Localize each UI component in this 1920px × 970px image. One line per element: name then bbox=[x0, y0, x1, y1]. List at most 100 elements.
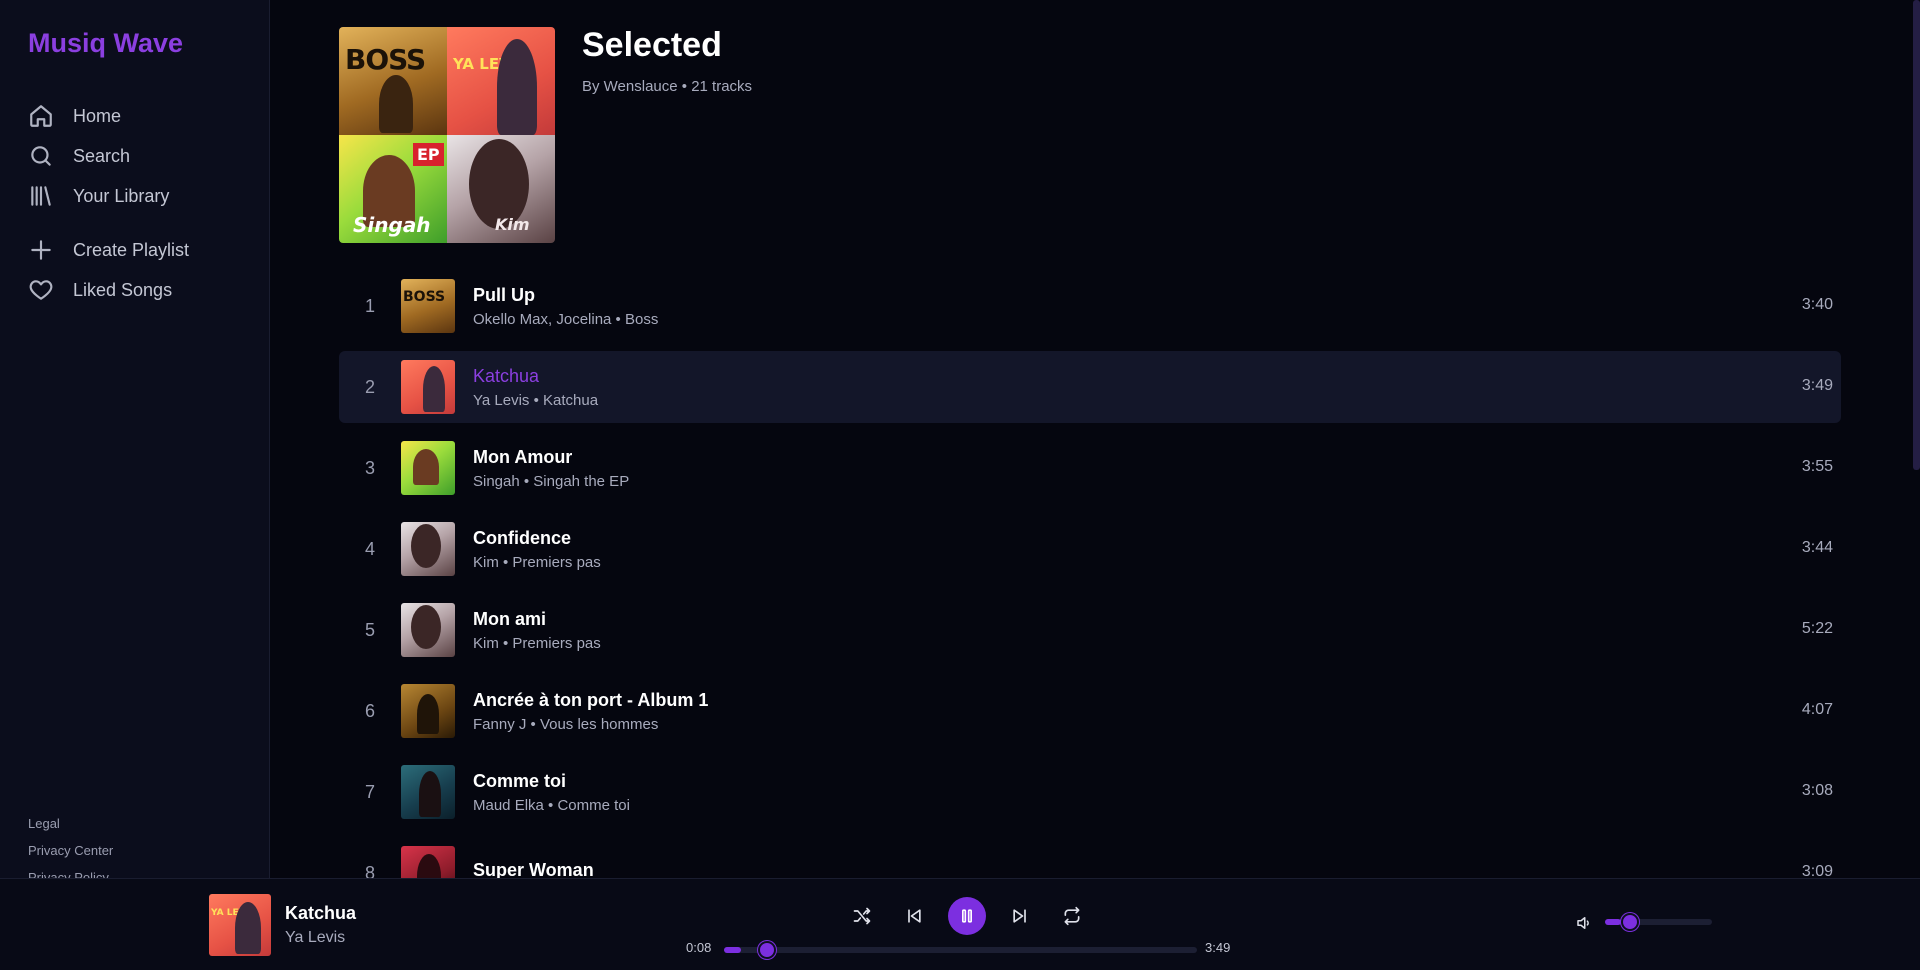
track-number: 7 bbox=[364, 781, 375, 802]
cover-art-levis: YA LEVIS bbox=[447, 27, 555, 135]
sidebar-item-library[interactable]: Your Library bbox=[28, 176, 258, 216]
track-info: Mon ami Kim • Premiers pas bbox=[473, 609, 601, 652]
track-title[interactable]: Comme toi bbox=[473, 771, 630, 792]
privacy-center-link[interactable]: Privacy Center bbox=[28, 843, 113, 870]
track-subtitle: Singah • Singah the EP bbox=[473, 472, 630, 490]
search-icon bbox=[28, 143, 54, 169]
repeat-icon bbox=[1064, 906, 1080, 926]
track-title[interactable]: Mon Amour bbox=[473, 447, 629, 468]
track-subtitle: Fanny J • Vous les hommes bbox=[473, 715, 659, 733]
progress-knob[interactable] bbox=[757, 941, 776, 959]
shuffle-button[interactable] bbox=[844, 898, 880, 934]
track-art bbox=[401, 603, 455, 657]
liked-songs-button[interactable]: Liked Songs bbox=[28, 270, 258, 310]
playlist-meta: By Wenslauce • 21 tracks bbox=[582, 78, 753, 95]
track-row[interactable]: 7 Comme toi Maud Elka • Comme toi 3:08 bbox=[339, 756, 1841, 828]
sidebar-item-label: Your Library bbox=[73, 185, 170, 206]
skip-forward-icon bbox=[1013, 909, 1026, 923]
track-row[interactable]: 6 Ancrée à ton port - Album 1 Fanny J • … bbox=[339, 675, 1841, 747]
main-content: BOSS YA LEVIS EP Singah Kim Selected By … bbox=[271, 0, 1920, 878]
track-title[interactable]: Super Woman bbox=[473, 860, 594, 878]
main-scrollbar[interactable] bbox=[1913, 0, 1920, 470]
track-info: Katchua Ya Levis • Katchua bbox=[473, 366, 598, 409]
track-duration: 4:07 bbox=[1801, 701, 1833, 718]
track-row[interactable]: 4 Confidence Kim • Premiers pas 3:44 bbox=[339, 513, 1841, 585]
elapsed-time: 0:08 bbox=[686, 940, 712, 955]
track-duration: 3:44 bbox=[1801, 539, 1833, 556]
track-info: Pull Up Okello Max, Jocelina • Boss bbox=[473, 285, 658, 328]
heart-icon bbox=[28, 277, 54, 303]
track-duration: 3:40 bbox=[1801, 296, 1833, 313]
track-duration: 3:08 bbox=[1801, 782, 1833, 799]
cover-art-boss: BOSS bbox=[339, 27, 447, 135]
previous-button[interactable] bbox=[896, 898, 932, 934]
sidebar-nav: Home Search Your Library Create Playlist bbox=[28, 96, 258, 310]
track-info: Comme toi Maud Elka • Comme toi bbox=[473, 771, 630, 814]
track-row[interactable]: 3 Mon Amour Singah • Singah the EP 3:55 bbox=[339, 432, 1841, 504]
track-duration: 3:55 bbox=[1801, 458, 1833, 475]
track-title[interactable]: Katchua bbox=[473, 366, 598, 387]
playlist-cover: BOSS YA LEVIS EP Singah Kim bbox=[339, 27, 555, 243]
nav-divider bbox=[28, 216, 258, 230]
track-row-active[interactable]: 2 Katchua Ya Levis • Katchua 3:49 bbox=[339, 351, 1841, 423]
track-subtitle: Okello Max, Jocelina • Boss bbox=[473, 310, 659, 328]
track-duration: 3:09 bbox=[1801, 863, 1833, 878]
home-icon bbox=[28, 103, 54, 129]
library-icon bbox=[28, 183, 54, 209]
track-title[interactable]: Mon ami bbox=[473, 609, 601, 630]
track-info: Confidence Kim • Premiers pas bbox=[473, 528, 601, 571]
track-art bbox=[401, 684, 455, 738]
playlist-title: Selected bbox=[582, 26, 722, 64]
progress-fill bbox=[724, 947, 741, 953]
track-title[interactable]: Pull Up bbox=[473, 285, 658, 306]
playback-controls bbox=[836, 897, 1098, 935]
sidebar-item-label: Create Playlist bbox=[73, 239, 190, 260]
sidebar-item-home[interactable]: Home bbox=[28, 96, 258, 136]
now-playing-art: YA LEVIS bbox=[209, 894, 271, 956]
now-playing-title[interactable]: Katchua bbox=[285, 903, 356, 924]
track-art bbox=[401, 522, 455, 576]
sidebar-item-search[interactable]: Search bbox=[28, 136, 258, 176]
track-subtitle: Ya Levis • Katchua bbox=[473, 391, 599, 409]
pause-button[interactable] bbox=[948, 897, 986, 935]
now-playing-artist[interactable]: Ya Levis bbox=[285, 929, 345, 947]
sidebar-item-label: Home bbox=[73, 105, 122, 126]
sidebar: Musiq Wave Home Search Your Library Crea… bbox=[0, 0, 270, 885]
track-number: 2 bbox=[364, 376, 375, 397]
track-art: BOSS bbox=[401, 279, 455, 333]
sidebar-item-label: Liked Songs bbox=[73, 279, 173, 300]
track-duration: 3:49 bbox=[1801, 377, 1833, 394]
sidebar-item-label: Search bbox=[73, 145, 131, 166]
total-time: 3:49 bbox=[1205, 940, 1231, 955]
track-art bbox=[401, 360, 455, 414]
track-number: 6 bbox=[364, 700, 375, 721]
track-info: Mon Amour Singah • Singah the EP bbox=[473, 447, 629, 490]
create-playlist-button[interactable]: Create Playlist bbox=[28, 230, 258, 270]
brand-logo[interactable]: Musiq Wave bbox=[28, 28, 183, 59]
track-art bbox=[401, 765, 455, 819]
plus-icon bbox=[28, 237, 54, 263]
track-list: 1 BOSS Pull Up Okello Max, Jocelina • Bo… bbox=[339, 270, 1841, 878]
volume-knob[interactable] bbox=[1621, 913, 1640, 931]
volume-button[interactable] bbox=[1575, 914, 1593, 932]
volume-fill bbox=[1605, 919, 1622, 925]
player-bar: YA LEVIS Katchua Ya Levis 0:08 3:49 bbox=[0, 878, 1920, 970]
track-art bbox=[401, 441, 455, 495]
track-number: 5 bbox=[364, 619, 375, 640]
track-row[interactable]: 1 BOSS Pull Up Okello Max, Jocelina • Bo… bbox=[339, 270, 1841, 342]
progress-bar[interactable] bbox=[724, 941, 1197, 959]
track-row[interactable]: 8 Super Woman 3:09 bbox=[339, 837, 1841, 878]
track-number: 1 bbox=[364, 295, 375, 316]
track-number: 4 bbox=[364, 538, 375, 559]
next-button[interactable] bbox=[1002, 898, 1038, 934]
cover-art-kim: Kim bbox=[447, 135, 555, 243]
track-info: Super Woman bbox=[473, 860, 594, 878]
shuffle-icon bbox=[853, 907, 871, 925]
legal-link[interactable]: Legal bbox=[28, 816, 113, 843]
repeat-button[interactable] bbox=[1054, 898, 1090, 934]
skip-back-icon bbox=[908, 909, 921, 923]
track-title[interactable]: Confidence bbox=[473, 528, 601, 549]
volume-slider[interactable] bbox=[1605, 913, 1712, 931]
track-row[interactable]: 5 Mon ami Kim • Premiers pas 5:22 bbox=[339, 594, 1841, 666]
track-title[interactable]: Ancrée à ton port - Album 1 bbox=[473, 690, 708, 711]
